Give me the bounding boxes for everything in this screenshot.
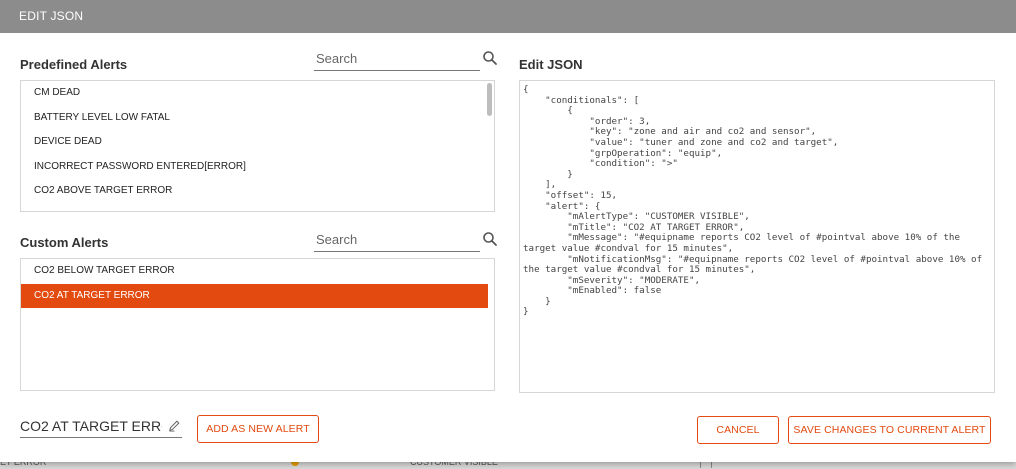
predefined-alert-list-item[interactable]: INCORRECT PASSWORD ENTERED[ERROR] — [21, 155, 494, 180]
json-editor[interactable]: { "conditionals": [ { "order": 3, "key":… — [519, 80, 995, 393]
dialog-title: EDIT JSON — [0, 0, 1016, 33]
predefined-alert-list-item[interactable]: CO2 ABOVE TARGET ERROR — [21, 179, 494, 204]
predefined-list-scrollbar[interactable] — [487, 83, 492, 116]
alert-name-text: CO2 AT TARGET ERROR — [20, 418, 162, 434]
custom-alerts-list[interactable]: CO2 BELOW TARGET ERROR CO2 AT TARGET ERRO… — [20, 258, 495, 391]
predefined-alerts-heading: Predefined Alerts — [20, 57, 128, 72]
predefined-search-input[interactable] — [314, 47, 464, 69]
alert-name-field[interactable]: CO2 AT TARGET ERROR — [20, 414, 182, 438]
predefined-alert-list-item[interactable]: BATTERY LEVEL LOW FATAL — [21, 106, 494, 131]
add-as-new-alert-button[interactable]: ADD AS NEW ALERT — [197, 415, 319, 443]
search-icon[interactable] — [482, 231, 498, 247]
predefined-search — [314, 47, 497, 71]
custom-search — [314, 228, 497, 252]
search-icon[interactable] — [482, 50, 498, 66]
pencil-icon[interactable] — [168, 419, 181, 432]
edit-json-heading: Edit JSON — [519, 57, 583, 72]
custom-alert-list-item[interactable]: CO2 BELOW TARGET ERROR — [21, 259, 494, 284]
custom-alerts-heading: Custom Alerts — [20, 235, 109, 250]
predefined-alerts-list[interactable]: CM DEAD BATTERY LEVEL LOW FATAL DEVICE DEA… — [20, 80, 495, 212]
cancel-button[interactable]: CANCEL — [697, 416, 779, 444]
custom-search-input[interactable] — [314, 228, 464, 250]
edit-json-dialog: EDIT JSON Predefined Alerts CM DEADBATTE… — [0, 0, 1016, 462]
predefined-alert-list-item[interactable]: CM DEAD — [21, 81, 494, 106]
save-changes-button[interactable]: SAVE CHANGES TO CURRENT ALERT — [788, 416, 991, 444]
custom-alert-list-item[interactable]: CO2 AT TARGET ERROR — [21, 283, 488, 308]
predefined-alert-list-item[interactable]: DEVICE DEAD — [21, 130, 494, 155]
